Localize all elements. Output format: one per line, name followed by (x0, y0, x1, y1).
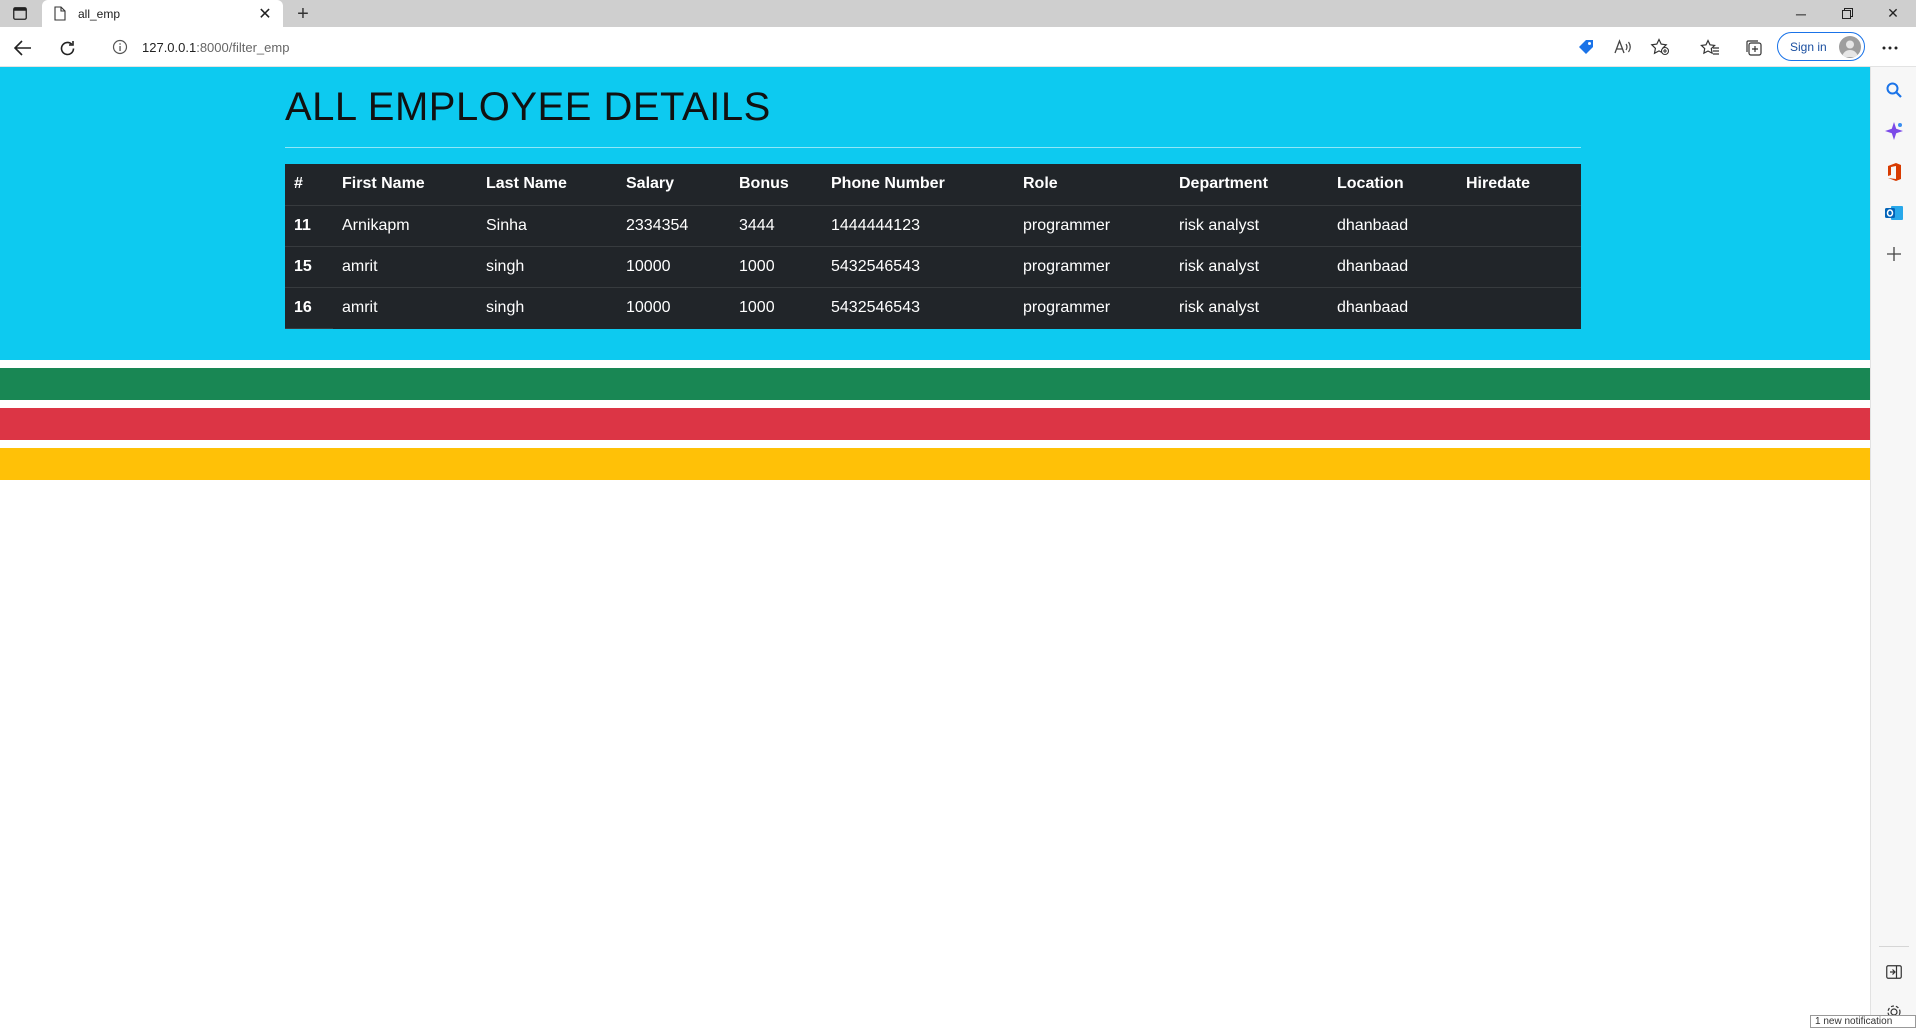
notification-toast[interactable]: 1 new notification (1810, 1015, 1916, 1028)
address-bar[interactable]: 127.0.0.1:8000/filter_emp (96, 31, 1579, 63)
column-header-role: Role (1014, 164, 1170, 206)
cell-phone-number: 5432546543 (831, 298, 920, 316)
tab-strip: all_emp ✕ + ─ ✕ (0, 0, 1916, 27)
cell-location: dhanbaad (1328, 246, 1457, 288)
cell-salary: 2334354 (617, 205, 730, 247)
favorites-icon[interactable] (1697, 35, 1723, 61)
restore-icon[interactable] (1824, 0, 1870, 27)
header-section: ALL EMPLOYEE DETAILS # First Name Last N… (0, 67, 1870, 360)
coupon-tag-icon[interactable] (1574, 35, 1598, 59)
cell-id: 16 (285, 287, 333, 329)
cell-department: risk analyst (1170, 246, 1328, 288)
column-header-bonus: Bonus (730, 164, 822, 206)
copilot-icon[interactable] (1882, 119, 1906, 143)
hide-sidebar-icon[interactable] (1882, 960, 1906, 984)
cell-bonus: 1000 (730, 246, 822, 288)
table-row: 15 amrit singh 10000 1000 5432546543 pro… (285, 246, 1581, 288)
url-text[interactable]: 127.0.0.1:8000/filter_emp (142, 40, 289, 55)
cell-role: programmer (1014, 246, 1170, 288)
minimize-icon[interactable]: ─ (1778, 0, 1824, 27)
column-header-first-name: First Name (333, 164, 477, 206)
table-header-row: # First Name Last Name Salary Bonus Phon… (285, 164, 1581, 206)
cell-phone-number: 1444444123 (822, 205, 1014, 247)
tab-all-emp[interactable]: all_emp ✕ (42, 0, 283, 27)
sign-in-button[interactable]: Sign in (1777, 32, 1865, 61)
table-body: 11 Arnikapm Sinha 2334354 3444 144444412… (285, 205, 1581, 329)
column-header-department: Department (1170, 164, 1328, 206)
sidebar-divider (1879, 946, 1909, 947)
cell-department: risk analyst (1179, 298, 1260, 316)
page-icon (54, 5, 68, 22)
cell-salary: 10000 (626, 298, 671, 316)
stripe-red (0, 408, 1870, 440)
cell-location: dhanbaad (1328, 205, 1457, 247)
cell-id: 15 (285, 246, 333, 288)
url-host: 127.0.0.1 (142, 39, 197, 55)
table-header: # First Name Last Name Salary Bonus Phon… (285, 164, 1581, 206)
stripe-green (0, 368, 1870, 400)
cell-hiredate (1457, 205, 1581, 247)
stripe-yellow (0, 448, 1870, 480)
employee-table: # First Name Last Name Salary Bonus Phon… (285, 164, 1581, 329)
cell-hiredate (1457, 246, 1581, 288)
browser-window: all_emp ✕ + ─ ✕ 127.0.0.1:8000/filter_em… (0, 0, 1916, 1028)
cell-salary: 10000 (617, 246, 730, 288)
cell-last-name: singh (486, 298, 525, 316)
table-row: 11 Arnikapm Sinha 2334354 3444 144444412… (285, 205, 1581, 247)
info-icon[interactable] (112, 39, 128, 55)
back-icon[interactable] (10, 35, 36, 61)
sign-in-label: Sign in (1790, 39, 1827, 54)
add-favorite-icon[interactable] (1648, 35, 1672, 59)
reload-icon[interactable] (54, 35, 80, 61)
url-path: :8000/filter_emp (196, 39, 290, 55)
more-menu-icon[interactable] (1877, 35, 1903, 61)
close-window-icon[interactable]: ✕ (1870, 0, 1916, 27)
cell-first-name: amrit (342, 298, 378, 316)
new-tab-icon[interactable]: + (292, 3, 314, 25)
cell-department: risk analyst (1170, 205, 1328, 247)
column-header-location: Location (1328, 164, 1457, 206)
tab-actions-icon[interactable] (10, 4, 30, 22)
profile-avatar-icon (1839, 36, 1861, 58)
heading-divider (285, 147, 1581, 148)
cell-bonus: 1000 (739, 298, 775, 316)
read-aloud-icon[interactable] (1611, 35, 1635, 59)
page-viewport: ALL EMPLOYEE DETAILS # First Name Last N… (0, 67, 1870, 1028)
tab-title: all_emp (78, 6, 121, 21)
cell-first-name: amrit (333, 246, 477, 288)
search-icon[interactable] (1882, 78, 1906, 102)
cell-role: programmer (1014, 205, 1170, 247)
cell-phone-number: 5432546543 (822, 246, 1014, 288)
cell-role: programmer (1023, 298, 1111, 316)
page-title: ALL EMPLOYEE DETAILS (285, 85, 771, 129)
edge-sidebar (1870, 67, 1916, 1028)
column-header-salary: Salary (617, 164, 730, 206)
browser-toolbar: 127.0.0.1:8000/filter_emp Sign in (0, 27, 1916, 67)
outlook-icon[interactable] (1882, 201, 1906, 225)
column-header-last-name: Last Name (477, 164, 617, 206)
cell-location: dhanbaad (1337, 298, 1409, 316)
cell-first-name: Arnikapm (333, 205, 477, 247)
cell-hiredate (1457, 287, 1581, 328)
column-header-id: # (285, 164, 333, 206)
column-header-phone-number: Phone Number (822, 164, 1014, 206)
table-row: 16 amrit singh 10000 1000 5432546543 pro… (285, 287, 1581, 329)
add-sidebar-app-icon[interactable] (1882, 242, 1906, 266)
cell-last-name: Sinha (477, 205, 617, 247)
collections-icon[interactable] (1741, 35, 1767, 61)
cell-last-name: singh (477, 246, 617, 288)
office-icon[interactable] (1882, 160, 1906, 184)
column-header-hiredate: Hiredate (1457, 164, 1581, 206)
cell-id: 11 (285, 205, 333, 247)
cell-bonus: 3444 (730, 205, 822, 247)
close-tab-icon[interactable]: ✕ (257, 6, 273, 23)
